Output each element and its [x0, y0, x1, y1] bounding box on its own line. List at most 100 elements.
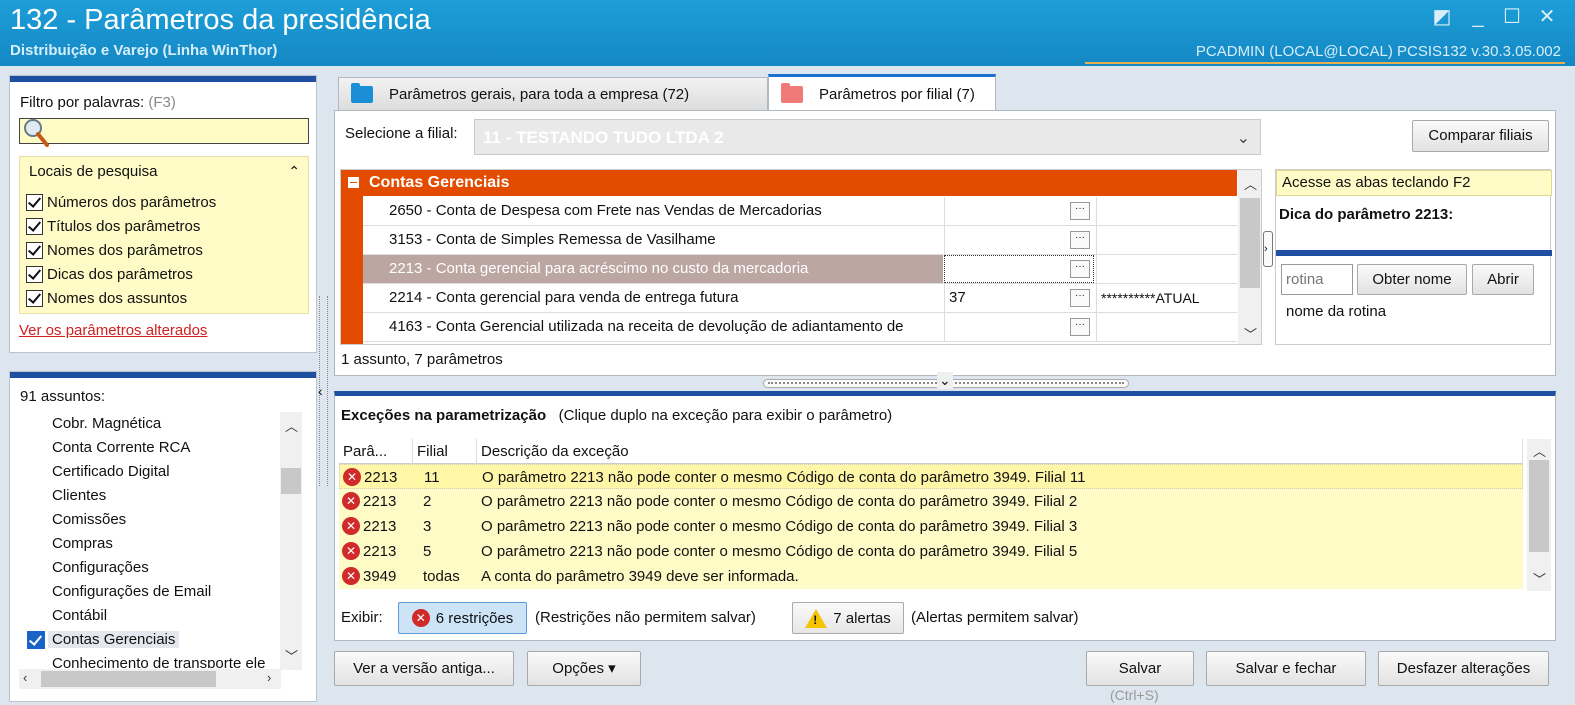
grid-status-text: 1 assunto, 7 parâmetros	[341, 351, 503, 368]
rotina-input[interactable]	[1281, 264, 1353, 295]
options-dropdown-button[interactable]: Opções ▾	[527, 651, 641, 686]
scroll-up-icon[interactable]: ︿	[1244, 174, 1257, 193]
minimize-button[interactable]: _	[1466, 6, 1490, 28]
collapse-chevron-icon[interactable]: ⌃	[288, 163, 300, 180]
list-item-label: Configurações de Email	[52, 583, 212, 600]
scroll-up-icon[interactable]: ︿	[1533, 441, 1546, 460]
checkbox-checked-icon[interactable]	[26, 217, 43, 235]
tab-label: Parâmetros gerais, para toda a empresa (…	[389, 86, 690, 103]
list-item-selected[interactable]: Contas Gerenciais	[19, 628, 309, 652]
checkbox-checked-icon[interactable]	[27, 631, 45, 649]
column-header-param[interactable]: Parâ...	[339, 439, 413, 464]
scrollbar-thumb[interactable]	[281, 468, 301, 494]
list-item[interactable]: Configurações	[19, 556, 309, 580]
ellipsis-button[interactable]: ···	[1070, 202, 1090, 220]
table-row[interactable]: ✕ 2213 3 O parâmetro 2213 não pode conte…	[339, 514, 1523, 539]
table-row[interactable]: 2650 - Conta de Despesa com Frete nas Ve…	[363, 197, 1237, 226]
exceptions-subtitle: (Clique duplo na exceção para exibir o p…	[558, 407, 893, 424]
branch-select[interactable]: 11 - TESTANDO TUDO LTDA 2 ⌄	[474, 119, 1261, 155]
list-item[interactable]: Comissões	[19, 508, 309, 532]
table-row[interactable]: ✕ 2213 2 O parâmetro 2213 não pode conte…	[339, 489, 1523, 514]
table-row[interactable]: 4163 - Conta Gerencial utilizada na rece…	[363, 313, 1237, 342]
table-row[interactable]: 3153 - Conta de Simples Remessa de Vasil…	[363, 226, 1237, 255]
list-item-label: Configurações	[52, 559, 149, 576]
changed-params-link[interactable]: Ver os parâmetros alterados	[19, 322, 207, 339]
close-button[interactable]: ✕	[1535, 6, 1559, 28]
param-extra	[1096, 313, 1237, 341]
restore-icon[interactable]: ◩	[1430, 6, 1454, 28]
column-header-filial[interactable]: Filial	[413, 439, 477, 464]
exception-description: O parâmetro 2213 não pode conter o mesmo…	[481, 493, 1078, 510]
scrollbar-thumb[interactable]	[41, 671, 216, 687]
search-icon	[24, 119, 49, 147]
old-version-button[interactable]: Ver a versão antiga...	[334, 651, 514, 686]
list-item[interactable]: Configurações de Email	[19, 580, 309, 604]
option-param-tips[interactable]: Dicas dos parâmetros	[26, 263, 193, 285]
checkbox-checked-icon[interactable]	[26, 241, 43, 259]
list-item[interactable]: Contábil	[19, 604, 309, 628]
scroll-right-icon[interactable]: ›	[267, 670, 271, 685]
exceptions-table-header: Parâ... Filial Descrição da exceção	[339, 439, 1523, 464]
list-item[interactable]: Compras	[19, 532, 309, 556]
scrollbar-thumb[interactable]	[1240, 198, 1260, 288]
list-item[interactable]: Clientes	[19, 484, 309, 508]
list-item[interactable]: Conhecimento de transporte ele	[19, 652, 309, 668]
exception-filial: 3	[423, 518, 432, 535]
scroll-down-icon[interactable]: ﹀	[1244, 324, 1257, 343]
table-row[interactable]: ✕ 2213 5 O parâmetro 2213 não pode conte…	[339, 539, 1523, 564]
chevron-down-icon: ⌄	[1236, 130, 1250, 147]
table-row[interactable]: 2214 - Conta gerencial para venda de ent…	[363, 284, 1237, 313]
option-subject-names[interactable]: Nomes dos assuntos	[26, 287, 187, 309]
checkbox-checked-icon[interactable]	[26, 193, 43, 211]
compare-branches-button[interactable]: Comparar filiais	[1412, 120, 1549, 152]
get-name-button[interactable]: Obter nome	[1357, 264, 1467, 295]
ellipsis-button[interactable]: ···	[1070, 231, 1090, 249]
table-row[interactable]: ✕ 2213 11 O parâmetro 2213 não pode cont…	[339, 464, 1523, 489]
ellipsis-button[interactable]: ···	[1070, 289, 1090, 307]
filter-label-text: Filtro por palavras:	[20, 94, 145, 111]
filter-search-input[interactable]	[19, 118, 309, 147]
save-and-close-button[interactable]: Salvar e fechar	[1206, 651, 1366, 686]
undo-changes-button[interactable]: Desfazer alterações	[1378, 651, 1549, 686]
table-row[interactable]: ✕ 3949 todas A conta do parâmetro 3949 d…	[339, 564, 1523, 589]
grid-group-header[interactable]: Contas Gerenciais	[341, 170, 1237, 196]
option-param-titles[interactable]: Títulos dos parâmetros	[26, 215, 200, 237]
collapse-group-icon[interactable]	[348, 177, 359, 188]
tab-general-params[interactable]: Parâmetros gerais, para toda a empresa (…	[338, 77, 768, 111]
search-locations-title: Locais de pesquisa	[29, 163, 158, 180]
list-item[interactable]: Conta Corrente RCA	[19, 436, 309, 460]
list-item[interactable]: Cobr. Magnética	[19, 412, 309, 436]
collapse-down-icon[interactable]: ⌄	[937, 372, 953, 389]
restrictions-label: 6 restrições	[435, 609, 514, 627]
option-param-numbers[interactable]: Números dos parâmetros	[26, 191, 216, 213]
error-icon: ✕	[411, 609, 430, 627]
option-param-names[interactable]: Nomes dos parâmetros	[26, 239, 203, 261]
checkbox-checked-icon[interactable]	[26, 265, 43, 283]
expand-right-icon[interactable]: ›	[1263, 231, 1273, 267]
restrictions-toggle-button[interactable]: ✕ 6 restrições	[398, 602, 527, 634]
ellipsis-button[interactable]: ···	[1070, 318, 1090, 336]
ellipsis-button[interactable]: ···	[1070, 260, 1090, 278]
option-label: Números dos parâmetros	[47, 193, 217, 211]
scroll-down-icon[interactable]: ﹀	[1533, 569, 1546, 588]
subjects-vertical-scrollbar[interactable]: ︿ ﹀	[280, 412, 302, 670]
alerts-toggle-button[interactable]: ! 7 alertas	[792, 602, 904, 634]
maximize-button[interactable]: ☐	[1500, 6, 1524, 28]
param-name: 4163 - Conta Gerencial utilizada na rece…	[389, 318, 904, 335]
column-header-description[interactable]: Descrição da exceção	[477, 439, 1523, 464]
alerts-label: 7 alertas	[833, 609, 891, 627]
collapse-left-icon[interactable]: ‹	[318, 383, 323, 399]
error-icon: ✕	[342, 567, 360, 585]
scroll-left-icon[interactable]: ‹	[23, 670, 27, 685]
scroll-down-icon[interactable]: ﹀	[285, 646, 298, 665]
tab-branch-params[interactable]: Parâmetros por filial (7)	[768, 74, 996, 111]
window-title: 132 - Parâmetros da presidência	[10, 4, 431, 36]
scrollbar-thumb[interactable]	[1529, 460, 1549, 552]
scroll-up-icon[interactable]: ︿	[285, 416, 298, 435]
list-item[interactable]: Certificado Digital	[19, 460, 309, 484]
save-button[interactable]: Salvar	[1086, 651, 1194, 686]
checkbox-checked-icon[interactable]	[26, 289, 43, 307]
open-button[interactable]: Abrir	[1472, 264, 1534, 295]
subjects-list[interactable]: Cobr. Magnética Conta Corrente RCA Certi…	[19, 412, 309, 668]
table-row-selected[interactable]: 2213 - Conta gerencial para acréscimo no…	[363, 255, 1237, 284]
